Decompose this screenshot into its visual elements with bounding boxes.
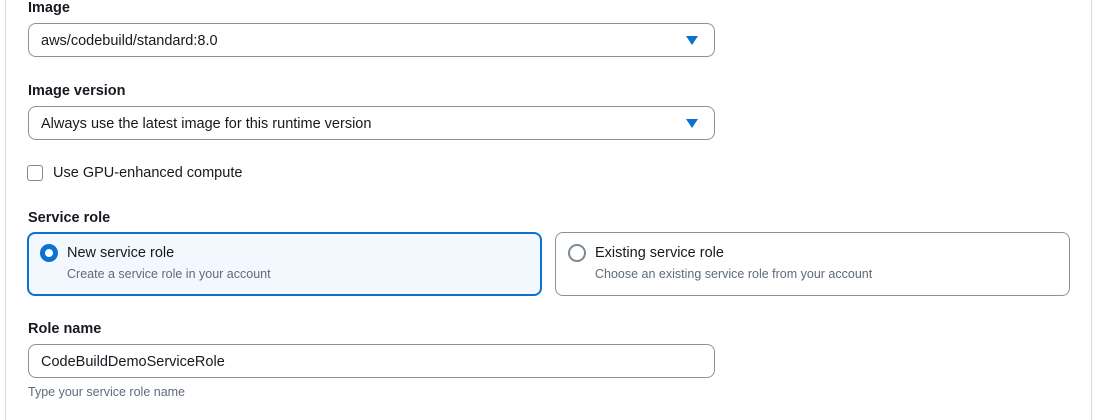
gpu-checkbox-label: Use GPU-enhanced compute xyxy=(53,165,243,181)
new-service-role-tile[interactable]: New service role Create a service role i… xyxy=(27,232,542,296)
image-select-value: aws/codebuild/standard:8.0 xyxy=(41,33,218,49)
role-name-hint: Type your service role name xyxy=(28,385,186,399)
caret-down-icon xyxy=(686,36,698,45)
radio-unselected-icon[interactable] xyxy=(568,244,586,262)
image-label: Image xyxy=(28,0,70,16)
image-version-select[interactable]: Always use the latest image for this run… xyxy=(28,106,715,140)
new-service-role-title: New service role xyxy=(67,245,175,261)
role-name-input-value: CodeBuildDemoServiceRole xyxy=(41,354,225,370)
role-name-label: Role name xyxy=(28,321,102,337)
existing-service-role-description: Choose an existing service role from you… xyxy=(595,267,873,281)
image-select[interactable]: aws/codebuild/standard:8.0 xyxy=(28,23,715,57)
caret-down-icon xyxy=(686,119,698,128)
existing-service-role-tile[interactable]: Existing service role Choose an existing… xyxy=(555,232,1070,296)
new-service-role-description: Create a service role in your account xyxy=(67,267,271,281)
image-version-select-value: Always use the latest image for this run… xyxy=(41,116,372,132)
service-role-label: Service role xyxy=(28,210,111,226)
image-version-label: Image version xyxy=(28,83,126,99)
existing-service-role-title: Existing service role xyxy=(595,245,724,261)
gpu-checkbox[interactable] xyxy=(27,165,43,181)
role-name-input[interactable]: CodeBuildDemoServiceRole xyxy=(28,344,715,378)
radio-selected-icon[interactable] xyxy=(40,244,58,262)
